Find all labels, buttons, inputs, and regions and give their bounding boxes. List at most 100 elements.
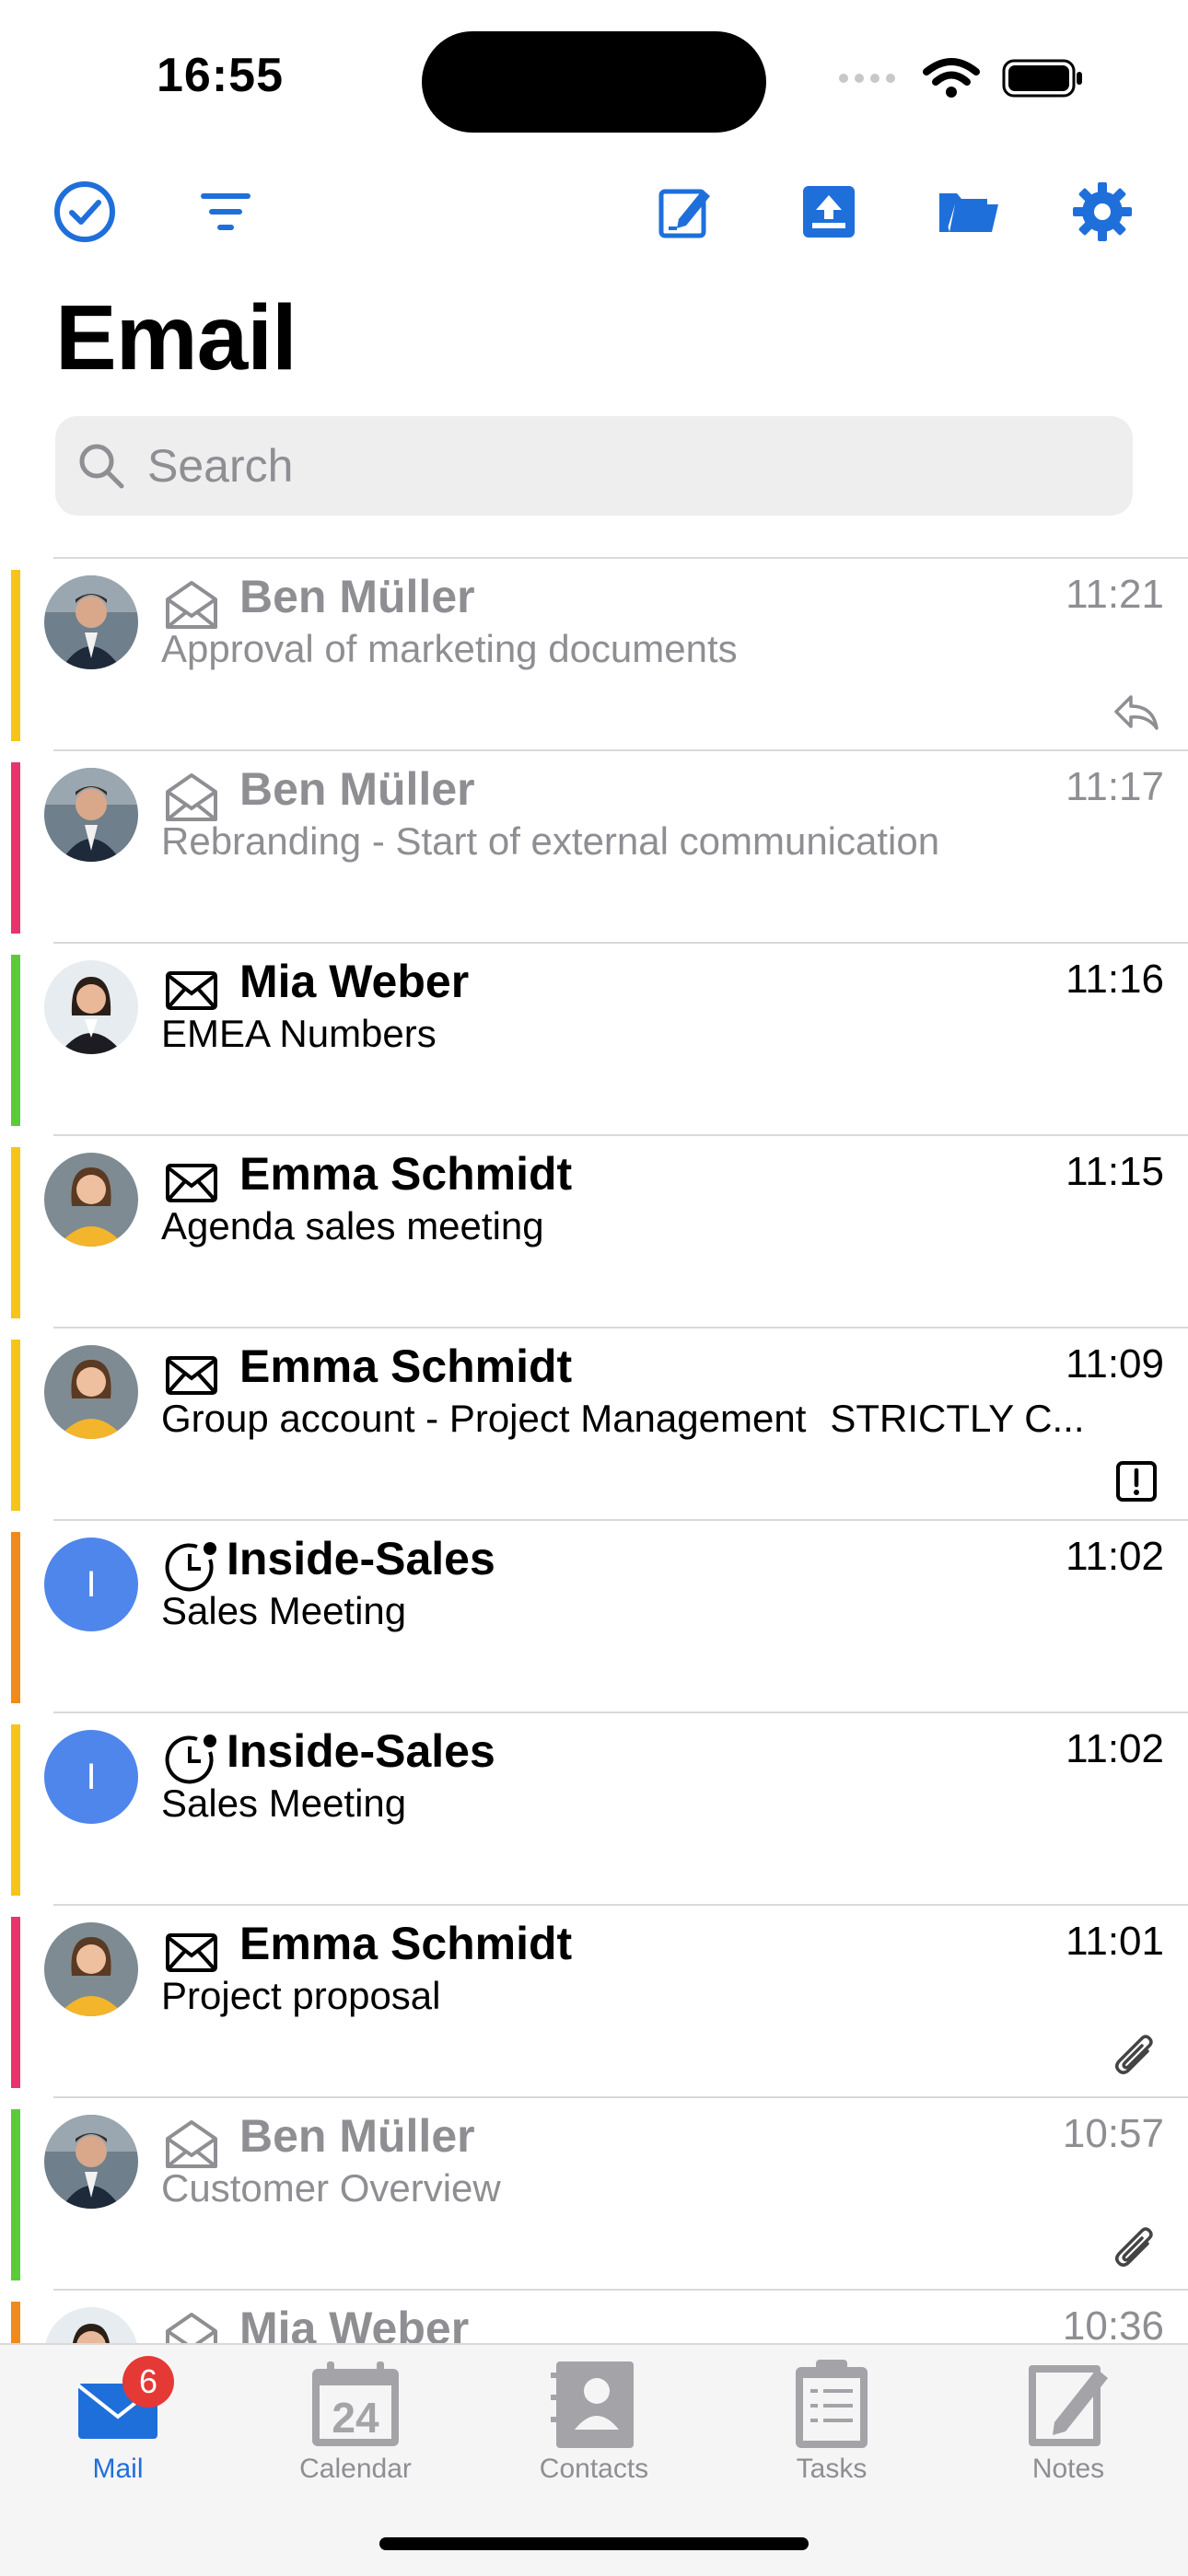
status-icons (836, 57, 1085, 99)
tab-label: Notes (1031, 2454, 1105, 2484)
avatar (44, 2115, 138, 2209)
avatar-initial: I (86, 1563, 97, 1605)
email-subject: Approval of marketing documents (161, 627, 738, 671)
paperclip-icon (1111, 2225, 1162, 2277)
send-receive-button[interactable] (792, 175, 866, 249)
compose-button[interactable] (649, 175, 723, 249)
email-row[interactable]: Mia Weber 11:16 EMEA Numbers (0, 942, 1188, 1134)
search-input[interactable]: Search (55, 416, 1133, 516)
email-time: 11:09 (1066, 1341, 1164, 1387)
filter-icon (201, 193, 250, 230)
paperclip-icon (1111, 2033, 1162, 2084)
email-row[interactable]: Ben Müller 11:17 Rebranding - Start of ext… (0, 749, 1188, 942)
subject-text: Approval of marketing documents (161, 627, 738, 670)
email-row[interactable]: I Inside-Sales 11:02 Sales Meeting (0, 1712, 1188, 1904)
email-time: 11:02 (1066, 1726, 1164, 1771)
tab-tasks[interactable]: Tasks (740, 2356, 924, 2494)
subject-extra: STRICTLY C... (830, 1397, 1085, 1440)
compose-icon (658, 189, 710, 238)
email-subject: Sales Meeting (161, 1781, 406, 1826)
email-sender: Ben Müller (239, 571, 475, 622)
avatar: I (44, 1537, 138, 1631)
email-time: 10:57 (1062, 2111, 1164, 2156)
clock-invite-icon (162, 1730, 221, 1789)
email-row[interactable]: Ben Müller 10:57 Customer Overview (0, 2096, 1188, 2289)
email-time: 10:36 (1062, 2303, 1164, 2343)
mail-badge: 6 (122, 2356, 174, 2408)
checkmark-circle-icon (54, 181, 115, 242)
category-bar (11, 1724, 20, 1896)
email-sender: Emma Schmidt (239, 1918, 573, 1969)
email-subject: Sales Meeting (161, 1589, 406, 1633)
email-row[interactable]: Mia Weber 10:36 (0, 2289, 1188, 2343)
email-sender: Inside-Sales (227, 1533, 495, 1584)
category-bar (11, 1532, 20, 1703)
email-row[interactable]: Emma Schmidt 11:09 Group account - Project… (0, 1327, 1188, 1519)
settings-button[interactable] (1066, 175, 1139, 249)
avatar (44, 2307, 138, 2343)
tab-contacts[interactable]: Contacts (502, 2356, 686, 2494)
email-sender: Emma Schmidt (239, 1340, 573, 1392)
row-separator (53, 1519, 1188, 1521)
select-button[interactable] (48, 175, 122, 249)
gear-icon (1073, 182, 1132, 241)
row-separator (53, 1327, 1188, 1329)
tab-label: Calendar (299, 2454, 412, 2484)
avatar (44, 1153, 138, 1247)
avatar (44, 575, 138, 669)
filter-button[interactable] (189, 175, 262, 249)
page-title: Email (55, 286, 297, 389)
email-time: 11:16 (1066, 957, 1164, 1002)
row-separator (53, 942, 1188, 944)
row-separator (53, 749, 1188, 751)
email-row[interactable]: Emma Schmidt 11:01 Project proposal (0, 1904, 1188, 2096)
subject-text: EMEA Numbers (161, 1012, 437, 1055)
search-icon (79, 444, 124, 489)
signal-icon (839, 74, 895, 83)
email-subject: EMEA Numbers (161, 1012, 437, 1056)
row-separator (53, 557, 1188, 559)
inbox-upload-icon (803, 186, 855, 238)
email-sender: Mia Weber (239, 956, 470, 1007)
subject-text: Rebranding - Start of external communica… (161, 819, 940, 863)
avatar-initial: I (86, 1756, 97, 1797)
folders-button[interactable] (932, 175, 1006, 249)
clock-invite-icon (162, 1537, 221, 1596)
row-separator (53, 2096, 1188, 2098)
status-time: 16:55 (157, 49, 284, 102)
category-bar (11, 2109, 20, 2280)
subject-text: Sales Meeting (161, 1589, 407, 1632)
dynamic-island (422, 31, 766, 133)
envelope-closed-icon (162, 960, 221, 1019)
home-indicator (379, 2537, 809, 2550)
email-subject: Rebranding - Start of external communica… (161, 819, 939, 864)
category-bar (11, 1340, 20, 1511)
email-sender: Mia Weber (239, 2303, 470, 2343)
calendar-day: 24 (332, 2394, 379, 2442)
subject-text: Group account - Project Management (161, 1397, 807, 1440)
email-row[interactable]: Ben Müller 11:21 Approval of marketing doc… (0, 557, 1188, 749)
email-row[interactable]: Emma Schmidt 11:15 Agenda sales meeting (0, 1134, 1188, 1327)
email-subject: Agenda sales meeting (161, 1204, 544, 1248)
subject-text: Project proposal (161, 1974, 441, 2017)
tab-label: Contacts (539, 2454, 649, 2484)
subject-text: Sales Meeting (161, 1781, 407, 1825)
email-sender: Ben Müller (239, 2110, 475, 2162)
tab-notes[interactable]: Notes (976, 2356, 1160, 2494)
top-toolbar (0, 175, 1188, 249)
battery-icon (1002, 59, 1082, 98)
email-subject: Project proposal (161, 1974, 441, 2018)
avatar (44, 1345, 138, 1439)
email-time: 11:02 (1066, 1534, 1164, 1579)
avatar (44, 1922, 138, 2016)
folder-icon (939, 193, 998, 232)
email-list[interactable]: Ben Müller 11:21 Approval of marketing doc… (0, 557, 1188, 2343)
envelope-open-icon (162, 768, 221, 827)
email-row[interactable]: I Inside-Sales 11:02 Sales Meeting (0, 1519, 1188, 1712)
tab-mail[interactable]: 6 Mail (26, 2356, 210, 2494)
envelope-closed-icon (162, 1153, 221, 1212)
category-bar (11, 570, 20, 741)
row-separator (53, 2289, 1188, 2291)
tab-calendar[interactable]: 24 Calendar (263, 2356, 448, 2494)
email-sender: Ben Müller (239, 763, 475, 815)
